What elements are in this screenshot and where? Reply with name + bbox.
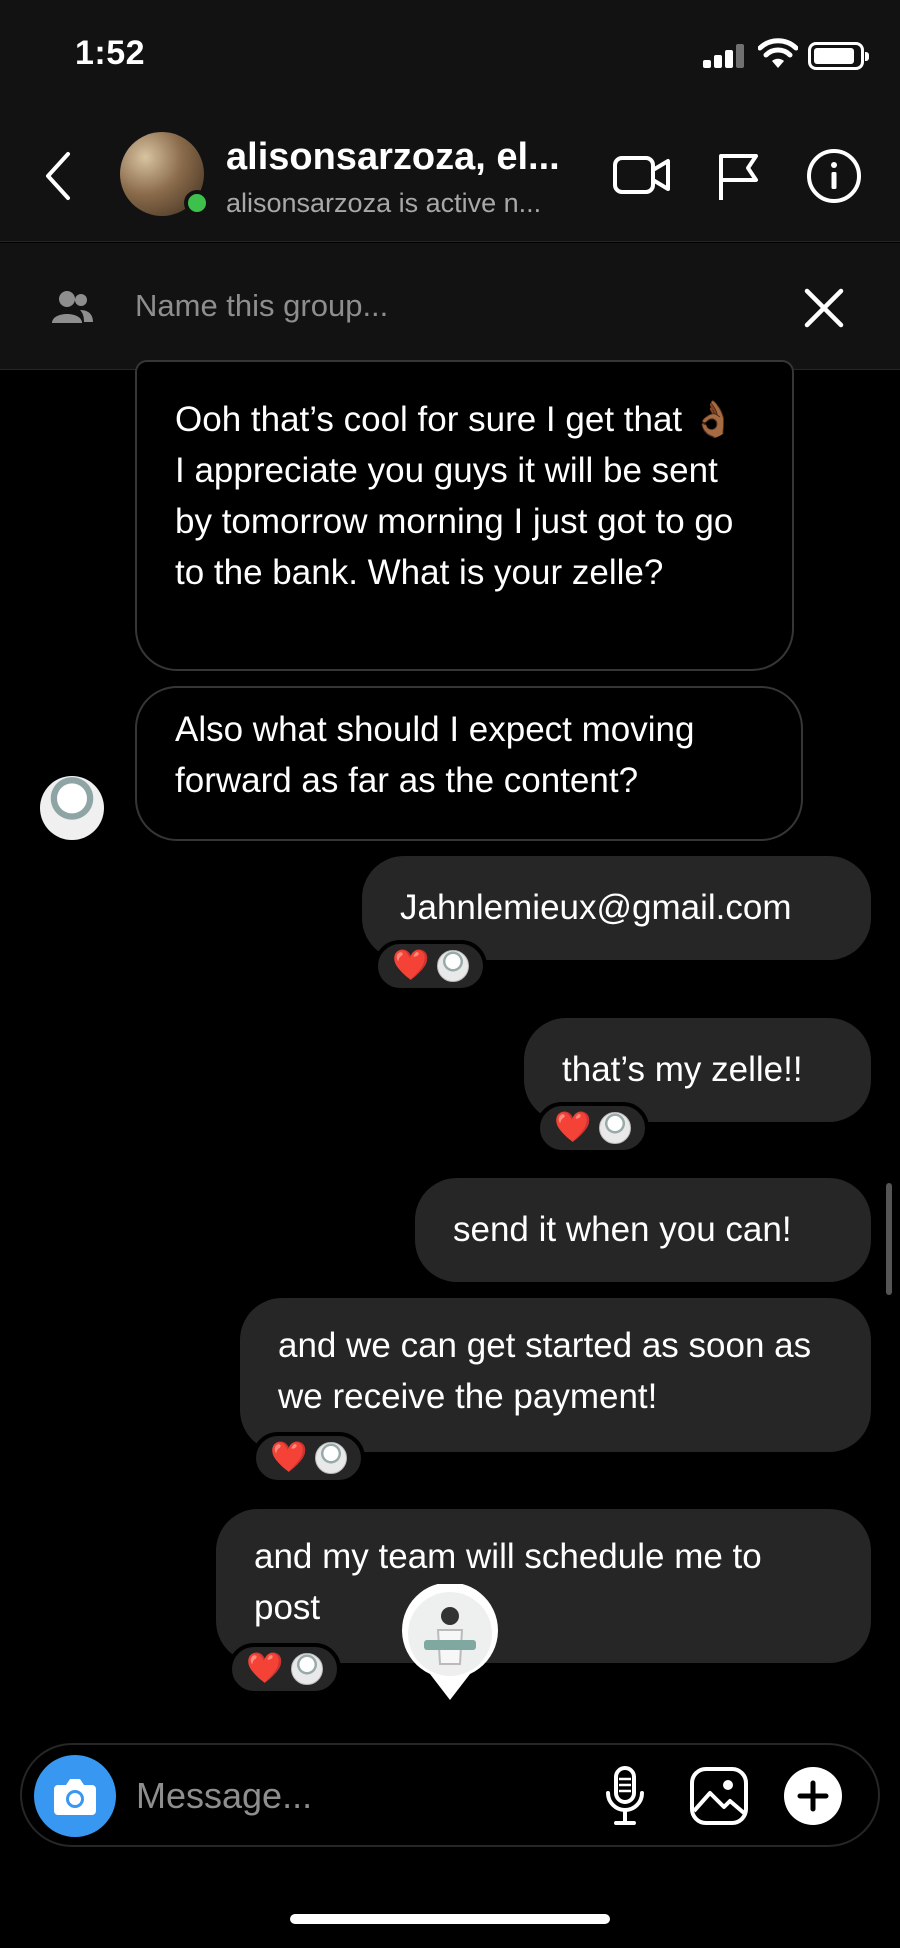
video-call-icon[interactable]	[612, 150, 672, 200]
camera-icon	[54, 1779, 96, 1815]
plus-icon	[797, 1780, 829, 1812]
message-bubble-incoming[interactable]: Also what should I expect moving forward…	[135, 686, 803, 841]
back-icon[interactable]	[38, 146, 78, 206]
heart-reaction: ❤️	[392, 949, 430, 982]
group-name-bar	[0, 243, 900, 370]
heart-reaction: ❤️	[246, 1652, 284, 1685]
heart-reaction: ❤️	[554, 1111, 592, 1144]
home-indicator	[290, 1914, 610, 1924]
group-name-input[interactable]	[135, 283, 695, 329]
message-text: and my team will schedule me to post	[254, 1537, 762, 1627]
message-composer	[20, 1743, 880, 1847]
message-text: and we can get started as soon as we rec…	[278, 1326, 812, 1416]
signal-icon	[703, 44, 747, 68]
thread-avatar[interactable]	[120, 132, 210, 218]
battery-icon	[808, 42, 869, 70]
reactor-avatar	[437, 950, 470, 982]
flag-icon[interactable]	[716, 150, 762, 202]
reactor-avatar	[291, 1653, 324, 1685]
message-bubble-outgoing[interactable]: and my team will schedule me to post	[216, 1509, 871, 1663]
message-text: that’s my zelle!!	[562, 1050, 803, 1089]
plus-button[interactable]	[784, 1767, 842, 1825]
group-icon	[52, 291, 93, 323]
reactor-avatar	[315, 1442, 348, 1474]
status-time: 1:52	[75, 34, 146, 72]
message-text: Also what should I expect moving forward…	[175, 710, 695, 800]
message-input[interactable]	[136, 1773, 436, 1819]
thread-title[interactable]: alisonsarzoza, el...	[226, 136, 560, 179]
active-status: alisonsarzoza is active n...	[226, 188, 542, 218]
scrollbar[interactable]	[886, 1183, 892, 1295]
reactor-avatar	[599, 1112, 632, 1144]
info-icon[interactable]	[806, 148, 862, 204]
reaction-pill[interactable]: ❤️	[252, 1432, 366, 1484]
message-text: Ooh that’s cool for sure I get that 👌🏾 I…	[175, 400, 736, 592]
seen-avatar-marker[interactable]	[400, 1584, 500, 1702]
gallery-icon[interactable]	[688, 1765, 750, 1827]
reaction-pill[interactable]: ❤️	[374, 940, 488, 992]
camera-button[interactable]	[34, 1755, 116, 1837]
reaction-pill[interactable]: ❤️	[536, 1102, 650, 1154]
reaction-pill[interactable]: ❤️	[228, 1643, 342, 1695]
message-text: Jahnlemieux@gmail.com	[400, 888, 792, 927]
status-bar: 1:52	[0, 0, 900, 110]
message-bubble-outgoing[interactable]: and we can get started as soon as we rec…	[240, 1298, 871, 1452]
message-bubble-incoming[interactable]: Ooh that’s cool for sure I get that 👌🏾 I…	[135, 360, 794, 671]
message-bubble-outgoing[interactable]: send it when you can!	[415, 1178, 871, 1282]
message-text: send it when you can!	[453, 1210, 792, 1249]
close-icon[interactable]	[800, 284, 848, 332]
thread-header: alisonsarzoza, el... alisonsarzoza is ac…	[0, 110, 900, 242]
sender-avatar[interactable]	[40, 776, 104, 840]
wifi-icon	[758, 38, 798, 68]
heart-reaction: ❤️	[270, 1441, 308, 1474]
microphone-icon[interactable]	[602, 1765, 648, 1827]
online-status-dot	[184, 190, 210, 216]
